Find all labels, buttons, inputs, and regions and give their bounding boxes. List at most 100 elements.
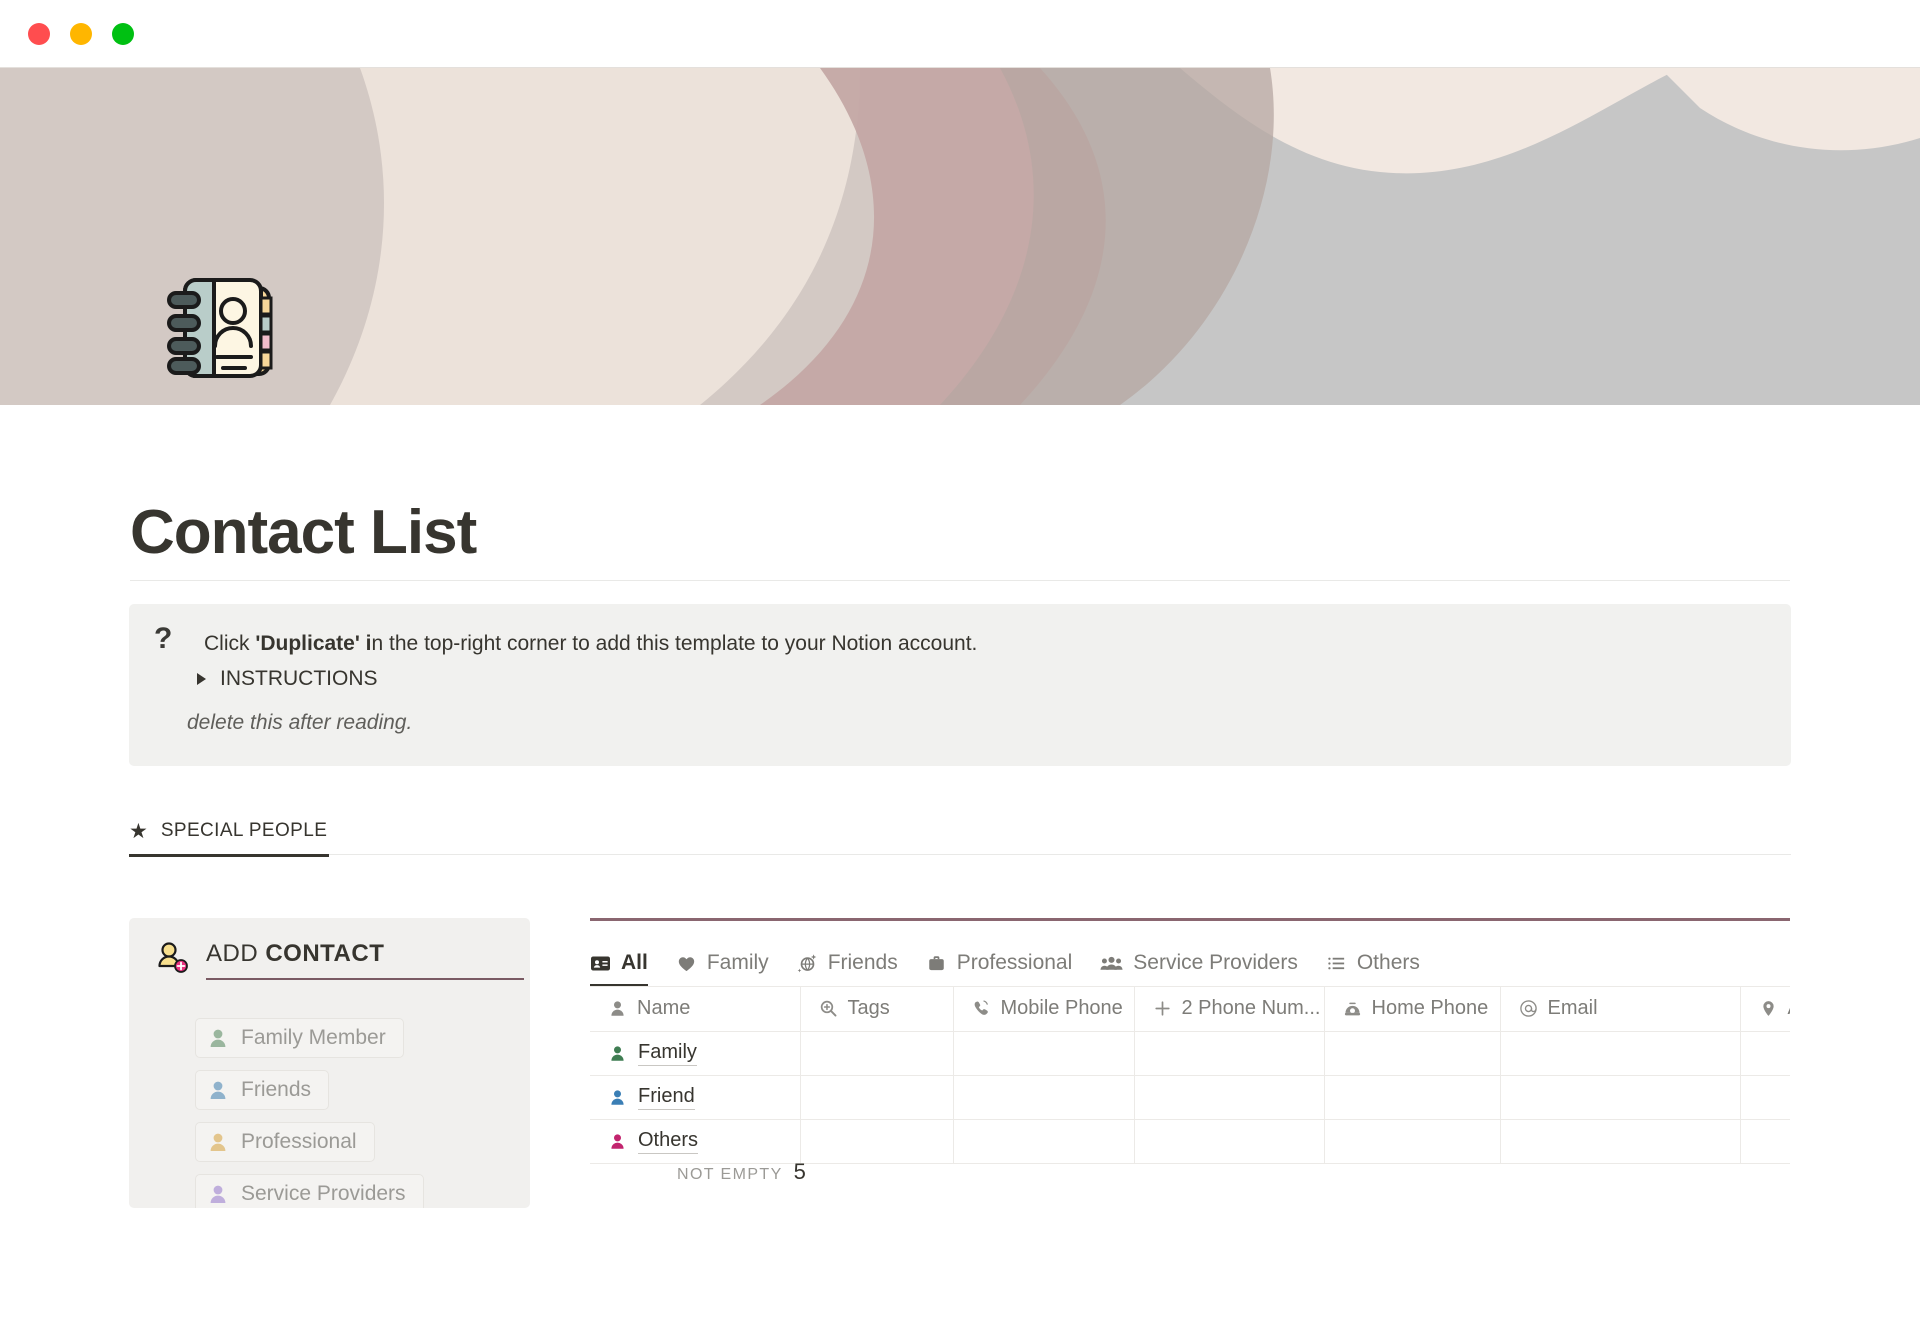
row-mobile-phone-cell[interactable] [953, 1031, 1135, 1076]
row-name-label: Friend [638, 1084, 695, 1110]
maximize-window-button[interactable] [112, 22, 134, 45]
add-contact-title-prefix: ADD [206, 940, 266, 967]
list-icon [1328, 957, 1344, 969]
minimize-window-button[interactable] [70, 22, 92, 45]
instructions-toggle[interactable]: INSTRUCTIONS [197, 667, 378, 691]
row-address-cell[interactable] [1740, 1075, 1790, 1120]
db-view-friends[interactable]: Friends [797, 941, 898, 985]
column-header-home-phone-label: Home Phone [1371, 997, 1489, 1020]
tab-special-people-label: SPECIAL PEOPLE [160, 820, 328, 841]
row-mobile-phone-cell[interactable] [953, 1075, 1135, 1120]
callout-duplicate-text: Click 'Duplicate' in the top-right corne… [204, 628, 977, 660]
person-icon [611, 1045, 624, 1061]
db-view-family[interactable]: Family [676, 941, 769, 985]
table-row[interactable]: Friend [590, 1075, 1790, 1120]
contact-book-icon[interactable] [155, 260, 291, 396]
question-mark-icon: ? [154, 622, 173, 655]
db-view-service-providers[interactable]: Service Providers [1100, 941, 1298, 985]
heart-icon [678, 956, 695, 971]
column-header-tags[interactable]: Tags [800, 987, 954, 1032]
db-view-professional[interactable]: Professional [926, 941, 1072, 985]
chevron-right-icon [197, 673, 206, 685]
row-home-phone-cell[interactable] [1324, 1075, 1501, 1120]
row-name-cell[interactable]: Family [590, 1031, 801, 1076]
row-email-cell[interactable] [1500, 1119, 1741, 1164]
row-phone-numbers-cell[interactable] [1134, 1119, 1325, 1164]
map-pin-icon [1762, 1001, 1774, 1017]
add-contact-title: ADD CONTACT [206, 940, 384, 967]
window-title-bar [0, 0, 1920, 68]
column-header-address[interactable]: A [1740, 987, 1791, 1032]
add-contact-underline [206, 978, 524, 980]
row-address-cell[interactable] [1740, 1119, 1790, 1164]
star-icon: ★ [129, 819, 148, 843]
table-header-row: Name Tags Mobile Phone 2 Phone Num... Ho… [590, 987, 1791, 1032]
column-header-name-label: Name [637, 997, 691, 1020]
tab-special-people[interactable]: ★ SPECIAL PEOPLE [129, 820, 329, 857]
database-footer-label: NOT EMPTY [677, 1166, 783, 1183]
column-header-mobile-phone-label: Mobile Phone [1000, 997, 1123, 1020]
db-view-friends-label: Friends [827, 951, 898, 974]
plus-icon [1154, 1001, 1170, 1016]
table-row[interactable]: Others [590, 1119, 1790, 1164]
column-header-name[interactable]: Name [590, 987, 801, 1032]
callout-block: ? Click 'Duplicate' in the top-right cor… [129, 604, 1791, 766]
add-service-providers-button[interactable]: Service Providers [195, 1174, 424, 1208]
callout-text-suffix: n the top-right corner to add this templ… [371, 632, 978, 655]
row-address-cell[interactable] [1740, 1031, 1790, 1076]
column-header-address-label: A [1788, 997, 1791, 1020]
column-header-email-label: Email [1547, 997, 1598, 1020]
row-home-phone-cell[interactable] [1324, 1119, 1501, 1164]
title-divider [130, 580, 1790, 581]
add-friends-label: Friends [241, 1078, 312, 1101]
column-header-mobile-phone[interactable]: Mobile Phone [953, 987, 1135, 1032]
column-header-phone-numbers[interactable]: 2 Phone Num... [1134, 987, 1325, 1032]
id-card-icon [591, 956, 610, 970]
db-view-service-providers-label: Service Providers [1133, 951, 1298, 974]
add-family-member-label: Family Member [241, 1026, 386, 1049]
person-icon [210, 1185, 226, 1203]
close-window-button[interactable] [28, 22, 50, 45]
row-mobile-phone-cell[interactable] [953, 1119, 1135, 1164]
row-phone-numbers-cell[interactable] [1134, 1031, 1325, 1076]
person-icon [611, 1089, 624, 1105]
database-accent-line [590, 918, 1790, 921]
row-name-cell[interactable]: Friend [590, 1075, 801, 1120]
add-contact-chip-list: Family Member Friends Professional Servi… [195, 1018, 424, 1208]
column-header-tags-label: Tags [847, 997, 890, 1020]
table-row[interactable]: Family [590, 1031, 1790, 1076]
add-contact-title-wrap: ADD CONTACT [206, 940, 524, 980]
row-phone-numbers-cell[interactable] [1134, 1075, 1325, 1120]
row-tags-cell[interactable] [800, 1075, 954, 1120]
people-icon [1100, 956, 1123, 970]
row-home-phone-cell[interactable] [1324, 1031, 1501, 1076]
row-tags-cell[interactable] [800, 1119, 954, 1164]
column-header-home-phone[interactable]: Home Phone [1324, 987, 1501, 1032]
person-icon [210, 1029, 226, 1047]
db-view-all[interactable]: All [590, 941, 648, 987]
add-professional-button[interactable]: Professional [195, 1122, 375, 1162]
callout-text-bold: 'Duplicate' i [255, 632, 372, 655]
magnifier-plus-icon [820, 1001, 836, 1017]
add-contact-title-bold: CONTACT [265, 940, 385, 967]
database-footer-aggregate[interactable]: NOT EMPTY 5 [677, 1159, 806, 1185]
contacts-table: Name Tags Mobile Phone 2 Phone Num... Ho… [590, 987, 1790, 1164]
column-header-phone-numbers-label: 2 Phone Num... [1181, 997, 1321, 1020]
row-tags-cell[interactable] [800, 1031, 954, 1076]
add-contact-header: ADD CONTACT [154, 940, 524, 980]
briefcase-icon [928, 955, 944, 970]
person-icon [611, 1133, 624, 1149]
db-view-others[interactable]: Others [1326, 941, 1420, 985]
page-title: Contact List [130, 498, 477, 567]
column-header-email[interactable]: Email [1500, 987, 1741, 1032]
row-name-label: Others [638, 1128, 699, 1154]
person-icon [210, 1081, 226, 1099]
db-view-all-label: All [621, 951, 648, 974]
add-friends-button[interactable]: Friends [195, 1070, 330, 1110]
row-email-cell[interactable] [1500, 1031, 1741, 1076]
add-professional-label: Professional [241, 1130, 357, 1153]
row-email-cell[interactable] [1500, 1075, 1741, 1120]
add-family-member-button[interactable]: Family Member [195, 1018, 404, 1058]
db-view-family-label: Family [706, 951, 769, 974]
row-name-cell[interactable]: Others [590, 1119, 801, 1164]
